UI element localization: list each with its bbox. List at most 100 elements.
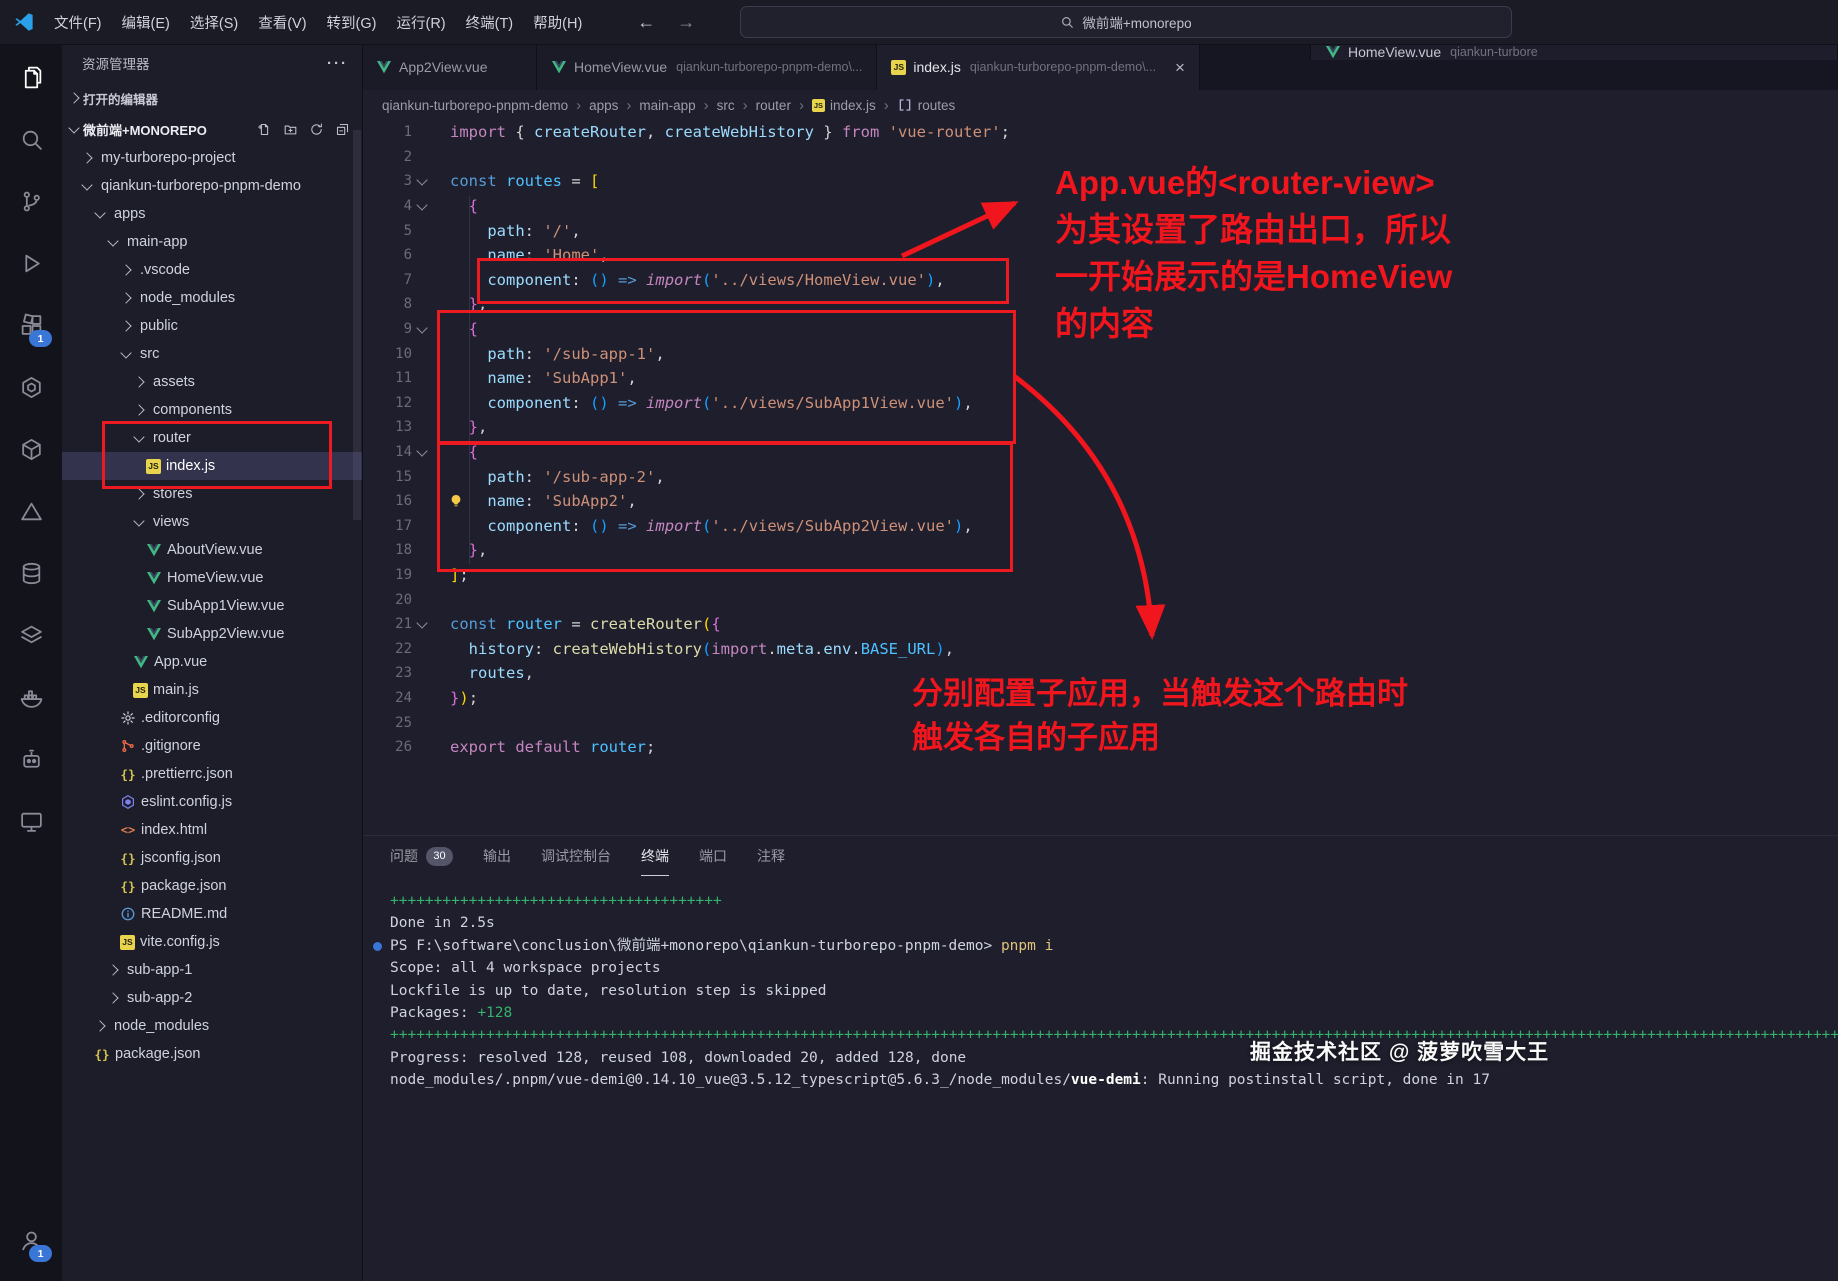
collapse-all-icon[interactable] xyxy=(335,122,350,137)
panel-tab-terminal[interactable]: 终端 xyxy=(641,836,669,876)
tree-item-SubApp1View.vue[interactable]: SubApp1View.vue xyxy=(62,592,362,620)
menu-view[interactable]: 查看(V) xyxy=(249,8,315,37)
more-actions-icon[interactable]: ··· xyxy=(327,55,348,72)
panel-tab-comments[interactable]: 注释 xyxy=(757,836,785,876)
layers-button[interactable] xyxy=(7,610,55,660)
tree-item-index.js[interactable]: JSindex.js xyxy=(62,452,362,480)
tree-item-views[interactable]: views xyxy=(62,508,362,536)
tree-item-vite.config.js[interactable]: JSvite.config.js xyxy=(62,928,362,956)
tree-item-public[interactable]: public xyxy=(62,312,362,340)
fold-chevron-icon[interactable] xyxy=(412,179,434,184)
breadcrumb-item-apps[interactable]: apps xyxy=(589,98,618,113)
tree-item-main.js[interactable]: JSmain.js xyxy=(62,676,362,704)
code-editor[interactable]: 1import { createRouter, createWebHistory… xyxy=(362,120,1838,835)
workspace-actions xyxy=(257,122,362,137)
code-line-26: 26export default router; xyxy=(362,735,1838,760)
command-center-search[interactable]: 微前端+monorepo xyxy=(740,6,1512,38)
breadcrumb-item-router[interactable]: router xyxy=(756,98,791,113)
tree-item-HomeView.vue[interactable]: HomeView.vue xyxy=(62,564,362,592)
back-button[interactable]: ← xyxy=(637,12,655,33)
fold-chevron-icon[interactable] xyxy=(412,622,434,627)
chatgpt-button[interactable] xyxy=(7,362,55,412)
tree-item-.vscode[interactable]: .vscode xyxy=(62,256,362,284)
tree-item-apps[interactable]: apps xyxy=(62,200,362,228)
tree-item-SubApp2View.vue[interactable]: SubApp2View.vue xyxy=(62,620,362,648)
tree-item-.editorconfig[interactable]: .editorconfig xyxy=(62,704,362,732)
extension-cube-button[interactable] xyxy=(7,424,55,474)
new-file-icon[interactable] xyxy=(257,122,272,137)
docker-button[interactable] xyxy=(7,672,55,722)
tree-item-.prettierrc.json[interactable]: {}.prettierrc.json xyxy=(62,760,362,788)
tab-homeview[interactable]: HomeView.vueqiankun-turborepo-pnpm-demo\… xyxy=(537,44,877,90)
tree-item-package.json[interactable]: {}package.json xyxy=(62,1040,362,1068)
breadcrumb-item-src[interactable]: src xyxy=(717,98,735,113)
tree-item-assets[interactable]: assets xyxy=(62,368,362,396)
panel-tab-debug-console[interactable]: 调试控制台 xyxy=(541,836,611,876)
breadcrumb-label: apps xyxy=(589,98,618,113)
js-file-icon: JS xyxy=(812,99,825,112)
breadcrumb-item-qiankun-turborepo-pnpm-demo[interactable]: qiankun-turborepo-pnpm-demo xyxy=(382,98,568,113)
tab-indexjs[interactable]: JSindex.jsqiankun-turborepo-pnpm-demo\..… xyxy=(877,44,1200,90)
tree-item-components[interactable]: components xyxy=(62,396,362,424)
panel-tab-problems[interactable]: 问题30 xyxy=(390,836,453,876)
database-button[interactable] xyxy=(7,548,55,598)
tree-item-sub-app-1[interactable]: sub-app-1 xyxy=(62,956,362,984)
line-number: 20 xyxy=(362,592,412,608)
menu-go[interactable]: 转到(G) xyxy=(318,8,386,37)
code-text: path: '/', xyxy=(434,222,581,240)
panel-tab-ports[interactable]: 端口 xyxy=(699,836,727,876)
extensions-button[interactable]: 1 xyxy=(7,300,55,350)
tree-item-sub-app-2[interactable]: sub-app-2 xyxy=(62,984,362,1012)
open-editors-section[interactable]: 打开的编辑器 xyxy=(62,82,362,114)
tab-homeview-right[interactable]: HomeView.vueqiankun-turbore xyxy=(1310,44,1838,60)
refresh-icon[interactable] xyxy=(309,122,324,137)
menu-file[interactable]: 文件(F) xyxy=(45,8,111,37)
tree-item-jsconfig.json[interactable]: {}jsconfig.json xyxy=(62,844,362,872)
tree-item-main-app[interactable]: main-app xyxy=(62,228,362,256)
tree-item-eslint.config.js[interactable]: eslint.config.js xyxy=(62,788,362,816)
fold-chevron-icon[interactable] xyxy=(412,450,434,455)
menu-run[interactable]: 运行(R) xyxy=(387,8,454,37)
terminal-output[interactable]: ++++++++++++++++++++++++++++++++++++++Do… xyxy=(362,875,1838,1281)
tree-item-App.vue[interactable]: App.vue xyxy=(62,648,362,676)
tree-item-my-turborepo-project[interactable]: my-turborepo-project xyxy=(62,144,362,172)
tree-item-node-modules[interactable]: node_modules xyxy=(62,1012,362,1040)
lightbulb-icon[interactable] xyxy=(448,493,464,509)
workspace-root[interactable]: 微前端+MONOREPO xyxy=(62,114,362,144)
fold-chevron-icon[interactable] xyxy=(412,204,434,209)
menu-edit[interactable]: 编辑(E) xyxy=(113,8,179,37)
explorer-button[interactable] xyxy=(7,52,55,102)
tree-item-router[interactable]: router xyxy=(62,424,362,452)
extension-triangle-button[interactable] xyxy=(7,486,55,536)
panel-tab-output[interactable]: 输出 xyxy=(483,836,511,876)
menu-terminal[interactable]: 终端(T) xyxy=(457,8,523,37)
accounts-button[interactable]: 1 xyxy=(7,1215,55,1265)
new-folder-icon[interactable] xyxy=(283,122,298,137)
ai-assistant-button[interactable] xyxy=(7,734,55,784)
remote-explorer-button[interactable] xyxy=(7,796,55,846)
fold-chevron-icon[interactable] xyxy=(412,327,434,332)
tree-item-.gitignore[interactable]: .gitignore xyxy=(62,732,362,760)
search-button[interactable] xyxy=(7,114,55,164)
breadcrumb-item-main-app[interactable]: main-app xyxy=(639,98,695,113)
tree-item-AboutView.vue[interactable]: AboutView.vue xyxy=(62,536,362,564)
source-control-button[interactable] xyxy=(7,176,55,226)
breadcrumb-item-routes[interactable]: routes xyxy=(897,97,956,113)
code-text: component: () => import('../views/SubApp… xyxy=(434,394,973,412)
close-icon[interactable]: × xyxy=(1175,59,1185,76)
tree-item-README.md[interactable]: README.md xyxy=(62,900,362,928)
tree-item-package.json[interactable]: {}package.json xyxy=(62,872,362,900)
tab-subapp2view[interactable]: App2View.vue xyxy=(362,44,537,90)
tree-item-index.html[interactable]: <>index.html xyxy=(62,816,362,844)
run-debug-button[interactable] xyxy=(7,238,55,288)
breadcrumb-item-index.js[interactable]: JSindex.js xyxy=(812,98,876,113)
forward-button[interactable]: → xyxy=(677,12,695,33)
menu-selection[interactable]: 选择(S) xyxy=(181,8,247,37)
sidebar-scrollbar[interactable] xyxy=(353,130,361,520)
tree-item-node-modules[interactable]: node_modules xyxy=(62,284,362,312)
tree-item-src[interactable]: src xyxy=(62,340,362,368)
tree-item-stores[interactable]: stores xyxy=(62,480,362,508)
menu-help[interactable]: 帮助(H) xyxy=(524,8,591,37)
tree-item-qiankun-turborepo-pnpm-demo[interactable]: qiankun-turborepo-pnpm-demo xyxy=(62,172,362,200)
chevron-down-icon xyxy=(94,207,105,218)
